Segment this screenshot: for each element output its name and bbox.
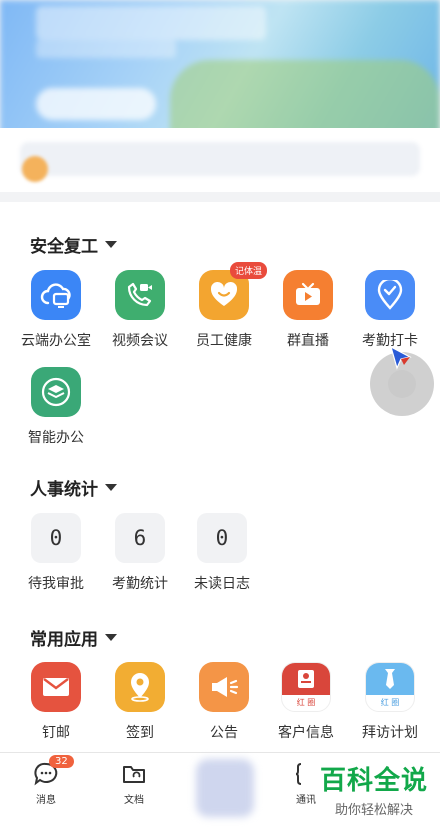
app-label: 拜访计划 [362,725,418,741]
brand-sub: 红 圈 [380,698,400,707]
nav-label: 消息 [36,795,56,806]
center-workbench-icon[interactable] [196,759,254,817]
watermark-main: 百科全说 [319,766,428,796]
caret-down-icon [105,484,117,491]
app-cloud-office[interactable]: 云端办公室 [14,270,98,350]
app-label: 群直播 [287,333,329,349]
chat-bubble-icon: 32 [33,755,74,787]
stat-value: 6 [115,513,165,563]
app-attendance-checkin[interactable]: 考勤打卡 [348,270,432,350]
stat-value: 0 [197,513,247,563]
app-label: 云端办公室 [21,333,91,349]
section-title-safe-label: 安全复工 [30,237,98,257]
app-label: 客户信息 [278,725,334,741]
section-title-safe[interactable]: 安全复工 [30,232,117,257]
visit-tie-icon: 红 圈 [365,662,415,712]
app-video-meeting[interactable]: 视频会议 [98,270,182,350]
location-pin-icon [115,662,165,712]
nav-docs[interactable]: 文档 [104,761,164,806]
notice-icon [22,156,48,182]
stat-label: 未读日志 [194,576,250,592]
app-label: 视频会议 [112,333,168,349]
nav-label: 文档 [124,795,144,806]
app-label: 钉邮 [42,725,70,741]
stat-value: 0 [31,513,81,563]
customer-card-icon: 红 圈 [281,662,331,712]
live-tv-icon [283,270,333,320]
nav-messages[interactable]: 32 消息 [16,755,76,806]
section-title-hr-label: 人事统计 [30,480,98,500]
stat-unread-logs[interactable]: 0 未读日志 [180,513,264,593]
stat-label: 考勤统计 [112,576,168,592]
app-visit-plan[interactable]: 红 圈 拜访计划 [348,662,432,742]
location-check-icon [365,270,415,320]
app-employee-health[interactable]: 记体温 员工健康 [182,262,267,350]
watermark-sub: 助你轻松解决 [334,803,413,818]
caret-down-icon [105,241,117,248]
app-sign-in[interactable]: 签到 [98,662,182,742]
folder-icon [121,761,147,787]
caret-down-icon [105,634,117,641]
app-announcement[interactable]: 公告 [182,662,266,742]
page: 安全复工 云端办公室 视频会议 记体温 员工健康 群直播 考勤打卡 智能办公 人… [0,0,440,827]
temperature-tag: 记体温 [229,262,267,279]
app-group-live[interactable]: 群直播 [266,270,350,350]
app-ding-mail[interactable]: 钉邮 [14,662,98,742]
stat-label: 待我审批 [28,576,84,592]
heart-smile-icon: 记体温 [199,262,267,320]
video-call-icon [115,270,165,320]
app-smart-office[interactable]: 智能办公 [14,367,98,447]
section-title-hr[interactable]: 人事统计 [30,475,117,500]
app-customer-info[interactable]: 红 圈 客户信息 [264,662,348,742]
section-title-common-label: 常用应用 [30,630,98,650]
app-label: 签到 [126,725,154,741]
megaphone-icon [199,662,249,712]
brand-sub: 红 圈 [296,698,316,707]
app-label: 员工健康 [196,333,252,349]
notice-content[interactable] [20,142,420,176]
cloud-office-icon [31,270,81,320]
app-label: 智能办公 [28,430,84,446]
unread-count-badge: 32 [49,755,74,768]
stat-attendance[interactable]: 6 考勤统计 [98,513,182,593]
mouse-pointer-icon [390,345,412,370]
watermark-logo: 百科全说 助你轻松解决 [312,760,436,818]
layers-icon [31,367,81,417]
stat-pending-approval[interactable]: 0 待我审批 [14,513,98,593]
app-label: 公告 [210,725,238,741]
mail-icon [31,662,81,712]
top-banner[interactable] [0,0,440,140]
section-title-common[interactable]: 常用应用 [30,625,117,650]
